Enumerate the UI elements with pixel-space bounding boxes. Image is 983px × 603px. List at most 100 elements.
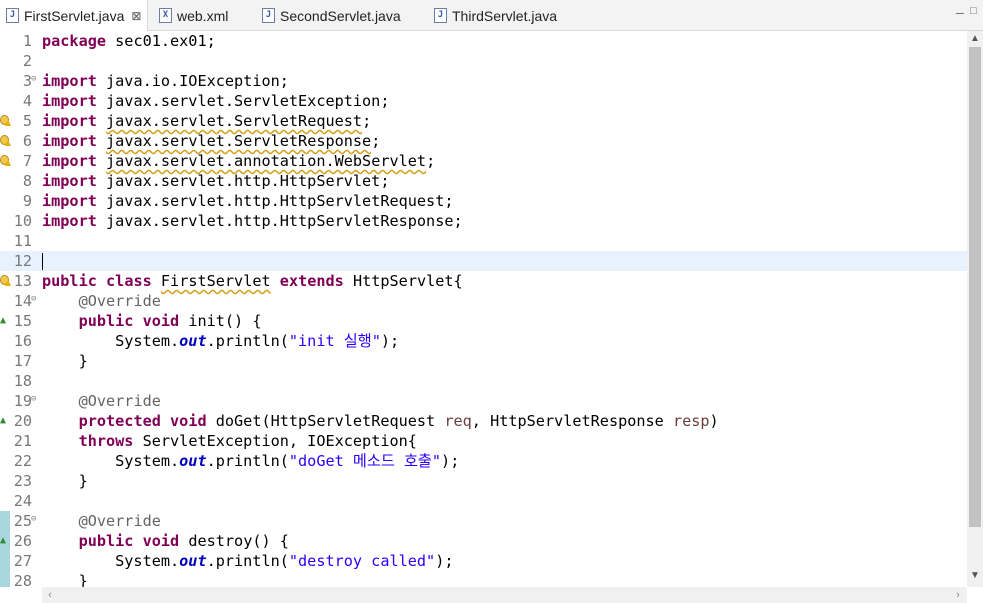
override-indicator-icon[interactable]: ▲ bbox=[0, 535, 10, 547]
code-line[interactable]: 13 public class FirstServlet extends Http… bbox=[0, 271, 967, 291]
fold-toggle-icon[interactable]: ⊖ bbox=[31, 515, 36, 524]
close-tab-icon[interactable]: ⊠ bbox=[131, 9, 141, 23]
line-number: 7 bbox=[22, 152, 32, 170]
code-line[interactable]: ▲ 15 public void init() { bbox=[0, 311, 967, 331]
editor-tab-bar: J FirstServlet.java ⊠ X web.xml J Second… bbox=[0, 0, 983, 31]
code-line[interactable]: 14 ⊖ @Override bbox=[0, 291, 967, 311]
override-indicator-icon[interactable]: ▲ bbox=[0, 315, 10, 327]
line-number: 26 bbox=[13, 532, 32, 550]
code-text: protected void doGet(HttpServletRequest … bbox=[78, 412, 719, 430]
line-number: 28 bbox=[13, 572, 32, 587]
code-line[interactable]: 25 ⊖ @Override bbox=[0, 511, 967, 531]
line-number: 3 bbox=[22, 72, 32, 90]
code-text: } bbox=[42, 472, 88, 490]
code-line[interactable]: 3 ⊖ import java.io.IOException; bbox=[0, 71, 967, 91]
code-text: System.out.println("doGet 메소드 호출"); bbox=[42, 452, 460, 470]
code-text bbox=[42, 251, 43, 271]
code-text: import javax.servlet.ServletRequest; bbox=[42, 112, 372, 130]
line-number: 12 bbox=[13, 252, 32, 270]
line-number: 14 bbox=[13, 292, 32, 310]
code-line[interactable]: 27 System.out.println("destroy called"); bbox=[0, 551, 967, 571]
code-text: import javax.servlet.http.HttpServlet; bbox=[42, 172, 390, 190]
scroll-right-icon[interactable]: › bbox=[950, 587, 966, 603]
scrollbar-thumb[interactable] bbox=[969, 47, 981, 527]
code-line[interactable]: 17 } bbox=[0, 351, 967, 371]
scroll-left-icon[interactable]: ‹ bbox=[42, 587, 58, 603]
code-line[interactable]: 24 bbox=[0, 491, 967, 511]
line-number: 22 bbox=[13, 452, 32, 470]
line-number: 4 bbox=[22, 92, 32, 110]
code-line[interactable]: 11 bbox=[0, 231, 967, 251]
code-line[interactable]: 4 import javax.servlet.ServletException; bbox=[0, 91, 967, 111]
code-line[interactable]: 5 import javax.servlet.ServletRequest; bbox=[0, 111, 967, 131]
code-text: import javax.servlet.http.HttpServletReq… bbox=[42, 192, 454, 210]
tab-firstservlet-java[interactable]: J FirstServlet.java ⊠ bbox=[0, 0, 148, 31]
code-line[interactable]: 7 import javax.servlet.annotation.WebServ… bbox=[0, 151, 967, 171]
fold-toggle-icon[interactable]: ⊖ bbox=[31, 295, 36, 304]
code-text: import javax.servlet.http.HttpServletRes… bbox=[42, 212, 463, 230]
code-text: import java.io.IOException; bbox=[42, 72, 289, 90]
code-text: import javax.servlet.ServletResponse; bbox=[42, 132, 381, 150]
code-line[interactable]: 21 throws ServletException, IOException{ bbox=[0, 431, 967, 451]
code-line[interactable]: 16 System.out.println("init 실행"); bbox=[0, 331, 967, 351]
line-number: 8 bbox=[22, 172, 32, 190]
line-number: 23 bbox=[13, 472, 32, 490]
code-line[interactable]: 9 import javax.servlet.http.HttpServletRe… bbox=[0, 191, 967, 211]
line-number: 21 bbox=[13, 432, 32, 450]
minimize-button[interactable]: – bbox=[956, 4, 964, 20]
tab-web-xml[interactable]: X web.xml bbox=[153, 0, 253, 31]
code-line[interactable]: 23 } bbox=[0, 471, 967, 491]
code-editor[interactable]: 1 package sec01.ex01; 2 3 ⊖ import java.io.IO… bbox=[0, 31, 967, 587]
java-file-icon: J bbox=[434, 8, 447, 23]
warning-icon[interactable] bbox=[0, 155, 11, 167]
code-text: package sec01.ex01; bbox=[42, 32, 216, 50]
line-number: 15 bbox=[13, 312, 32, 330]
scroll-up-icon[interactable]: ▲ bbox=[967, 31, 983, 47]
line-number: 18 bbox=[13, 372, 32, 390]
code-line[interactable]: 6 import javax.servlet.ServletResponse; bbox=[0, 131, 967, 151]
line-number: 16 bbox=[13, 332, 32, 350]
code-text: System.out.println("init 실행"); bbox=[42, 332, 400, 350]
code-line[interactable]: ▲ 20 protected void doGet(HttpServletRequ… bbox=[0, 411, 967, 431]
code-line[interactable]: 8 import javax.servlet.http.HttpServlet; bbox=[0, 171, 967, 191]
code-line[interactable]: 12 bbox=[0, 251, 967, 271]
code-text: } bbox=[42, 572, 88, 587]
code-line[interactable]: 22 System.out.println("doGet 메소드 호출"); bbox=[0, 451, 967, 471]
java-file-icon: J bbox=[6, 8, 19, 23]
vertical-scrollbar[interactable]: ▲ ▼ bbox=[967, 31, 983, 587]
tab-label: FirstServlet.java bbox=[24, 7, 125, 24]
code-line[interactable]: 19 ⊖ @Override bbox=[0, 391, 967, 411]
code-line[interactable]: 28 } bbox=[0, 571, 967, 587]
code-line[interactable]: 2 bbox=[0, 51, 967, 71]
line-number: 25 bbox=[13, 512, 32, 530]
code-line[interactable]: 1 package sec01.ex01; bbox=[0, 31, 967, 51]
maximize-button[interactable]: □ bbox=[970, 5, 977, 17]
line-number: 13 bbox=[13, 272, 32, 290]
line-number: 20 bbox=[13, 412, 32, 430]
warning-icon[interactable] bbox=[0, 115, 11, 127]
code-text: @Override bbox=[78, 512, 161, 530]
line-number: 24 bbox=[13, 492, 32, 510]
tab-secondservlet-java[interactable]: J SecondServlet.java bbox=[256, 0, 424, 31]
code-line[interactable]: 18 bbox=[0, 371, 967, 391]
fold-toggle-icon[interactable]: ⊖ bbox=[31, 75, 36, 84]
code-text: import javax.servlet.ServletException; bbox=[42, 92, 390, 110]
code-text: throws ServletException, IOException{ bbox=[78, 432, 417, 450]
line-number: 6 bbox=[22, 132, 32, 150]
tab-thirdservlet-java[interactable]: J ThirdServlet.java bbox=[428, 0, 578, 31]
tab-label: web.xml bbox=[177, 7, 229, 24]
line-number: 19 bbox=[13, 392, 32, 410]
xml-file-icon: X bbox=[159, 8, 172, 23]
warning-icon[interactable] bbox=[0, 135, 11, 147]
code-line[interactable]: ▲ 26 public void destroy() { bbox=[0, 531, 967, 551]
scroll-down-icon[interactable]: ▼ bbox=[967, 568, 983, 584]
horizontal-scrollbar[interactable]: ‹ › bbox=[42, 587, 967, 603]
line-number: 27 bbox=[13, 552, 32, 570]
line-number: 11 bbox=[13, 232, 32, 250]
line-number: 9 bbox=[22, 192, 32, 210]
override-indicator-icon[interactable]: ▲ bbox=[0, 415, 10, 427]
fold-toggle-icon[interactable]: ⊖ bbox=[31, 395, 36, 404]
code-line[interactable]: 10 import javax.servlet.http.HttpServletR… bbox=[0, 211, 967, 231]
warning-icon[interactable] bbox=[0, 275, 11, 287]
code-text: import javax.servlet.annotation.WebServl… bbox=[42, 152, 436, 170]
